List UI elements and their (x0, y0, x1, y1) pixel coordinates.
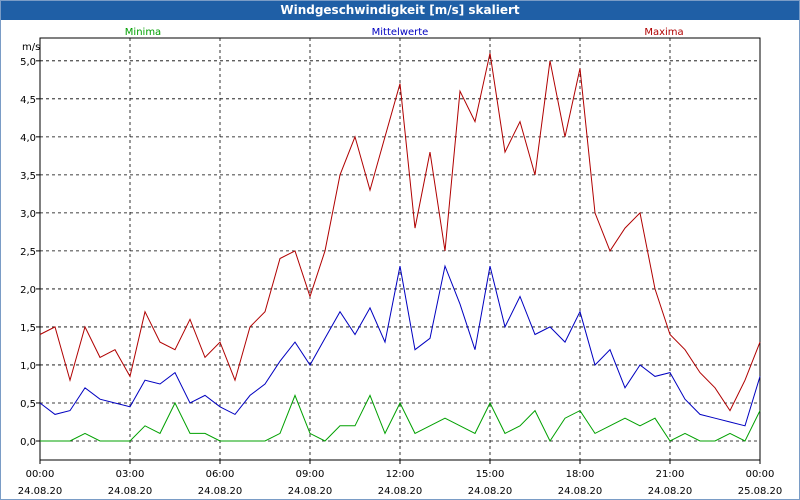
x-tick-time: 12:00 (386, 469, 415, 480)
y-tick-label: 4,0 (20, 133, 36, 144)
x-tick-date: 24.08.20 (18, 486, 63, 497)
x-tick-date: 24.08.20 (468, 486, 513, 497)
x-tick-time: 00:00 (746, 469, 775, 480)
x-tick-date: 24.08.20 (108, 486, 153, 497)
x-axis-ticks: 00:00 24.08.20 03:00 24.08.20 06:00 24.08.20 0… (18, 460, 783, 497)
x-tick-date: 24.08.20 (378, 486, 423, 497)
legend-minima: Minima (125, 27, 161, 38)
x-tick-date: 24.08.20 (648, 486, 693, 497)
y-tick-label: 0,5 (20, 399, 36, 410)
wind-speed-chart: m/s 0,0 0,5 1,0 1,5 2,0 2,5 3,0 3,5 4,0 4,5 5,0 00… (18, 27, 783, 497)
y-tick-label: 3,0 (20, 209, 36, 220)
x-tick-time: 18:00 (566, 469, 595, 480)
y-tick-label: 4,5 (20, 95, 36, 106)
x-tick-time: 00:00 (26, 469, 55, 480)
y-tick-label: 3,5 (20, 171, 36, 182)
y-axis-ticks: 0,0 0,5 1,0 1,5 2,0 2,5 3,0 3,5 4,0 4,5 5,0 (20, 57, 40, 448)
x-tick-date: 24.08.20 (198, 486, 243, 497)
legend: Minima Mittelwerte Maxima (125, 27, 684, 38)
y-tick-label: 2,0 (20, 285, 36, 296)
y-axis-label: m/s (22, 42, 40, 53)
x-tick-date: 24.08.20 (288, 486, 333, 497)
x-tick-time: 15:00 (476, 469, 505, 480)
x-tick-time: 06:00 (206, 469, 235, 480)
x-tick-time: 03:00 (116, 469, 145, 480)
y-tick-label: 2,5 (20, 247, 36, 258)
legend-maxima: Maxima (644, 27, 683, 38)
x-tick-date: 24.08.20 (558, 486, 603, 497)
y-tick-label: 1,0 (20, 361, 36, 372)
y-tick-label: 5,0 (20, 57, 36, 68)
y-tick-label: 1,5 (20, 323, 36, 334)
x-tick-date: 25.08.20 (738, 486, 783, 497)
legend-mittelwerte: Mittelwerte (372, 27, 429, 38)
x-tick-time: 21:00 (656, 469, 685, 480)
y-tick-label: 0,0 (20, 437, 36, 448)
x-tick-time: 09:00 (296, 469, 325, 480)
